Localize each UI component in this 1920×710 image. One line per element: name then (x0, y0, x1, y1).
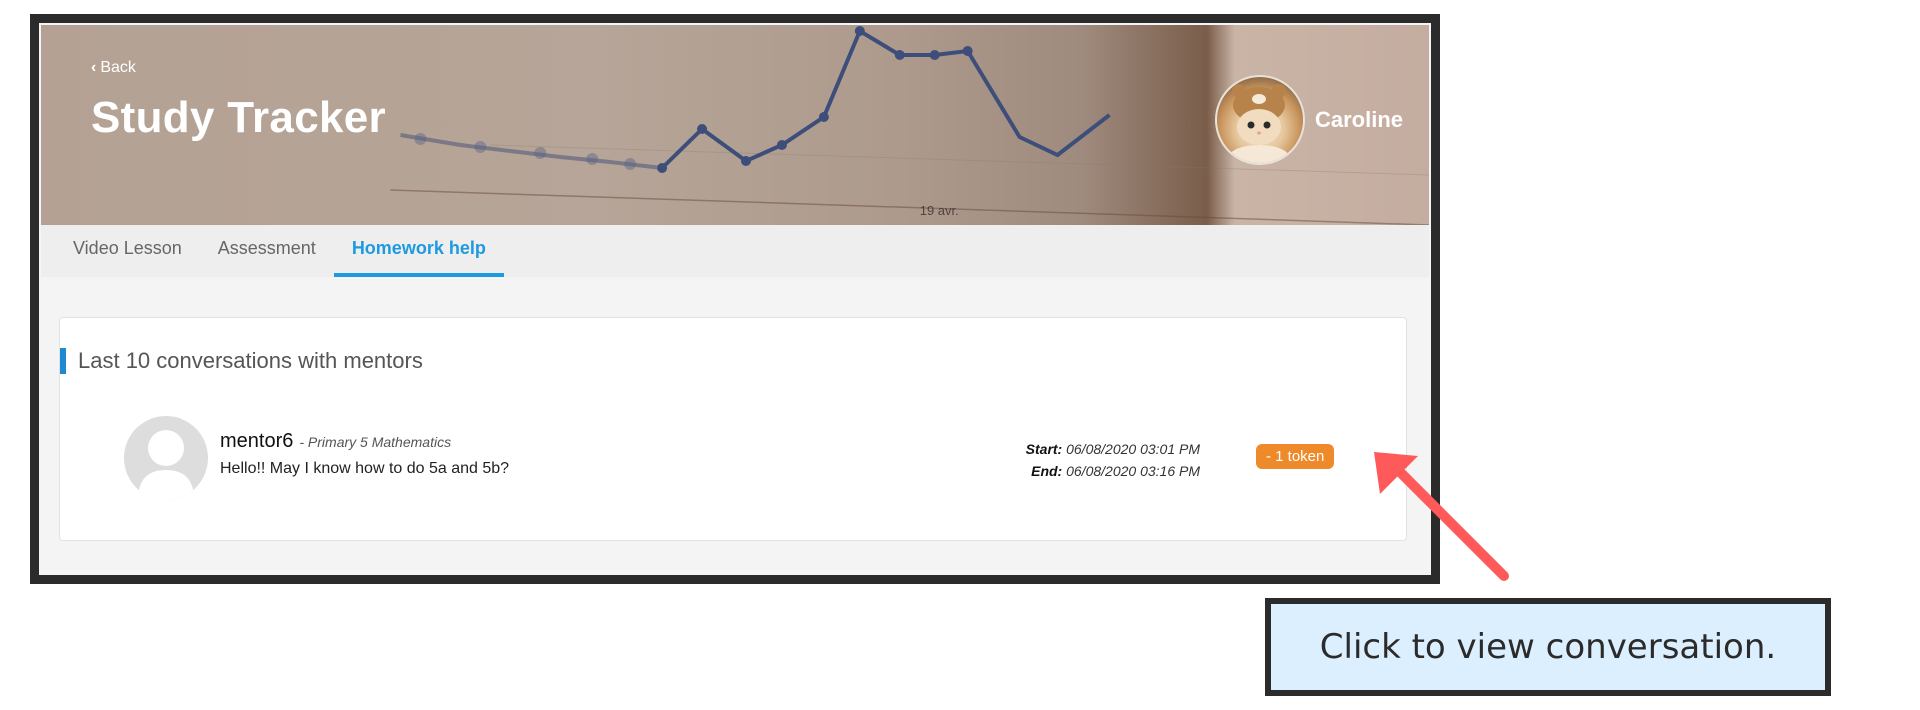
mentor-name: mentor6 (220, 430, 294, 452)
chevron-left-icon: ‹ (91, 59, 97, 76)
token-badge: - 1 token (1256, 444, 1335, 469)
app-screenshot-frame: 19 avr. ‹ Back Study Tracker Caroline Vi… (30, 14, 1440, 584)
start-label: Start: (1025, 441, 1063, 457)
end-time: 06/08/2020 03:16 PM (1066, 463, 1200, 479)
tab-homework-help[interactable]: Homework help (333, 225, 504, 277)
tab-assessment[interactable]: Assessment (200, 225, 334, 277)
tab-bar: Video Lesson Assessment Homework help (41, 225, 1429, 277)
section-title: Last 10 conversations with mentors (60, 348, 423, 374)
end-time-row: End: 06/08/2020 03:16 PM (1020, 460, 1200, 482)
page-title: Study Tracker (91, 93, 386, 142)
conversation-message: Hello!! May I know how to do 5a and 5b? (220, 460, 510, 477)
user-placeholder-icon (138, 430, 194, 500)
conversation-item[interactable]: mentor6 - Primary 5 Mathematics Hello!! M… (120, 416, 1370, 506)
back-link[interactable]: ‹ Back (91, 59, 136, 77)
tab-video-lesson[interactable]: Video Lesson (55, 225, 200, 277)
user-avatar[interactable] (1215, 75, 1305, 165)
mentor-subject: - Primary 5 Mathematics (299, 434, 452, 450)
start-time: 06/08/2020 03:01 PM (1066, 441, 1200, 457)
annotation-callout: Click to view conversation. (1265, 598, 1831, 696)
end-label: End: (1031, 463, 1063, 479)
header-banner: 19 avr. ‹ Back Study Tracker Caroline (41, 25, 1429, 225)
background-chart-label: 19 avr. (920, 203, 959, 218)
mentor-name-line: mentor6 - Primary 5 Mathematics (220, 430, 451, 453)
user-name[interactable]: Caroline (1315, 107, 1403, 133)
annotation-arrow-icon (1374, 452, 1509, 581)
start-time-row: Start: 06/08/2020 03:01 PM (1020, 438, 1200, 460)
conversations-card: Last 10 conversations with mentors mento… (59, 317, 1407, 541)
cat-avatar-icon (1229, 84, 1289, 163)
back-label: Back (100, 59, 136, 76)
mentor-avatar (124, 416, 208, 500)
conversation-times: Start: 06/08/2020 03:01 PM End: 06/08/20… (1020, 438, 1200, 482)
